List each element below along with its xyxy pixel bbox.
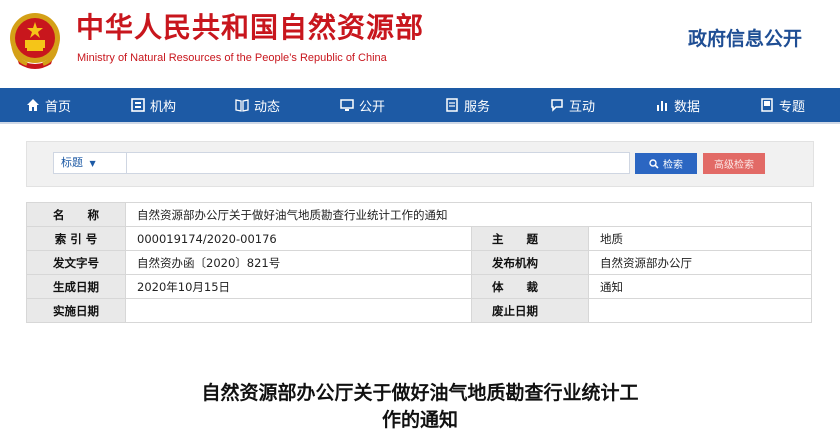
chevron-down-icon: ▼ [89,159,96,168]
created-date-label: 生成日期 [26,274,126,299]
nav-item-label: 机构 [150,99,177,115]
chat-icon [551,99,563,112]
issuer-label: 发布机构 [471,250,589,275]
site-title-english: Ministry of Natural Resources of the Peo… [77,52,387,64]
site-title[interactable]: 中华人民共和国自然资源部 [76,11,424,45]
gov-info-disclosure-title[interactable]: 政府信息公开 [688,24,802,51]
subject-label: 主 题 [471,226,589,251]
nav-item-label: 首页 [45,99,72,115]
search-input[interactable] [126,152,630,174]
nav-item-label: 动态 [254,99,281,115]
search-panel: 标题 ▼ 检索 高级检索 [26,141,814,187]
nav-item-news[interactable]: 动态 [235,88,280,122]
docno-label: 发文字号 [26,250,126,275]
nav-item-data[interactable]: 数据 [655,88,700,122]
nav-item-label: 数据 [674,99,701,115]
nav-item-home[interactable]: 首页 [26,88,71,122]
nav-item-interaction[interactable]: 互动 [550,88,595,122]
search-scope-label: 标题 [61,156,83,169]
nav-item-disclosure[interactable]: 公开 [340,88,385,122]
index-label: 索 引 号 [26,226,126,251]
book-icon [235,99,249,112]
effective-date-value [125,298,472,323]
subject-value: 地质 [588,226,812,251]
table-row: 索 引 号 000019174/2020-00176 主 题 地质 [26,226,812,251]
nav-item-organization[interactable]: 机构 [131,88,176,122]
genre-label: 体 裁 [471,274,589,299]
monitor-icon [340,99,354,111]
table-row: 发文字号 自然资办函〔2020〕821号 发布机构 自然资源部办公厅 [26,250,812,275]
nav-item-label: 互动 [569,99,596,115]
search-button[interactable]: 检索 [635,153,697,174]
main-nav: 首页 机构 动态 公开 服务 互动 数据 专题 [0,88,840,122]
created-date-value: 2020年10月15日 [125,274,472,299]
index-value: 000019174/2020-00176 [125,226,472,251]
docno-value: 自然资办函〔2020〕821号 [125,250,472,275]
org-icon [131,98,145,112]
article-title: 自然资源部办公厅关于做好油气地质勘查行业统计工 作的通知 [120,380,720,434]
article-title-line-2: 作的通知 [381,409,458,431]
nav-item-topics[interactable]: 专题 [760,88,805,122]
nav-item-label: 服务 [464,99,491,115]
document-metadata-table: 名 称 自然资源部办公厅关于做好油气地质勘查行业统计工作的通知 索 引 号 00… [26,202,812,323]
site-header: 中华人民共和国自然资源部 Ministry of Natural Resourc… [0,0,840,88]
search-icon [649,158,659,169]
table-row: 生成日期 2020年10月15日 体 裁 通知 [26,274,812,299]
nav-item-label: 专题 [779,99,806,115]
advanced-search-label: 高级检索 [714,160,754,171]
album-icon [761,98,773,112]
search-scope-dropdown[interactable]: 标题 ▼ [53,152,127,174]
expire-date-value [588,298,812,323]
name-label: 名 称 [26,202,126,227]
document-icon [446,98,458,112]
effective-date-label: 实施日期 [26,298,126,323]
nav-item-services[interactable]: 服务 [445,88,490,122]
home-icon [27,99,39,111]
advanced-search-button[interactable]: 高级检索 [703,153,765,174]
expire-date-label: 废止日期 [471,298,589,323]
table-row: 实施日期 废止日期 [26,298,812,323]
genre-value: 通知 [588,274,812,299]
nav-divider [0,122,840,124]
bar-chart-icon [657,101,667,111]
issuer-value: 自然资源部办公厅 [588,250,812,275]
search-button-label: 检索 [663,160,683,171]
national-emblem-icon[interactable] [7,8,63,72]
name-value: 自然资源部办公厅关于做好油气地质勘查行业统计工作的通知 [125,202,812,227]
article-title-line-1: 自然资源部办公厅关于做好油气地质勘查行业统计工 [201,382,639,404]
table-row: 名 称 自然资源部办公厅关于做好油气地质勘查行业统计工作的通知 [26,202,812,227]
nav-item-label: 公开 [359,99,386,115]
